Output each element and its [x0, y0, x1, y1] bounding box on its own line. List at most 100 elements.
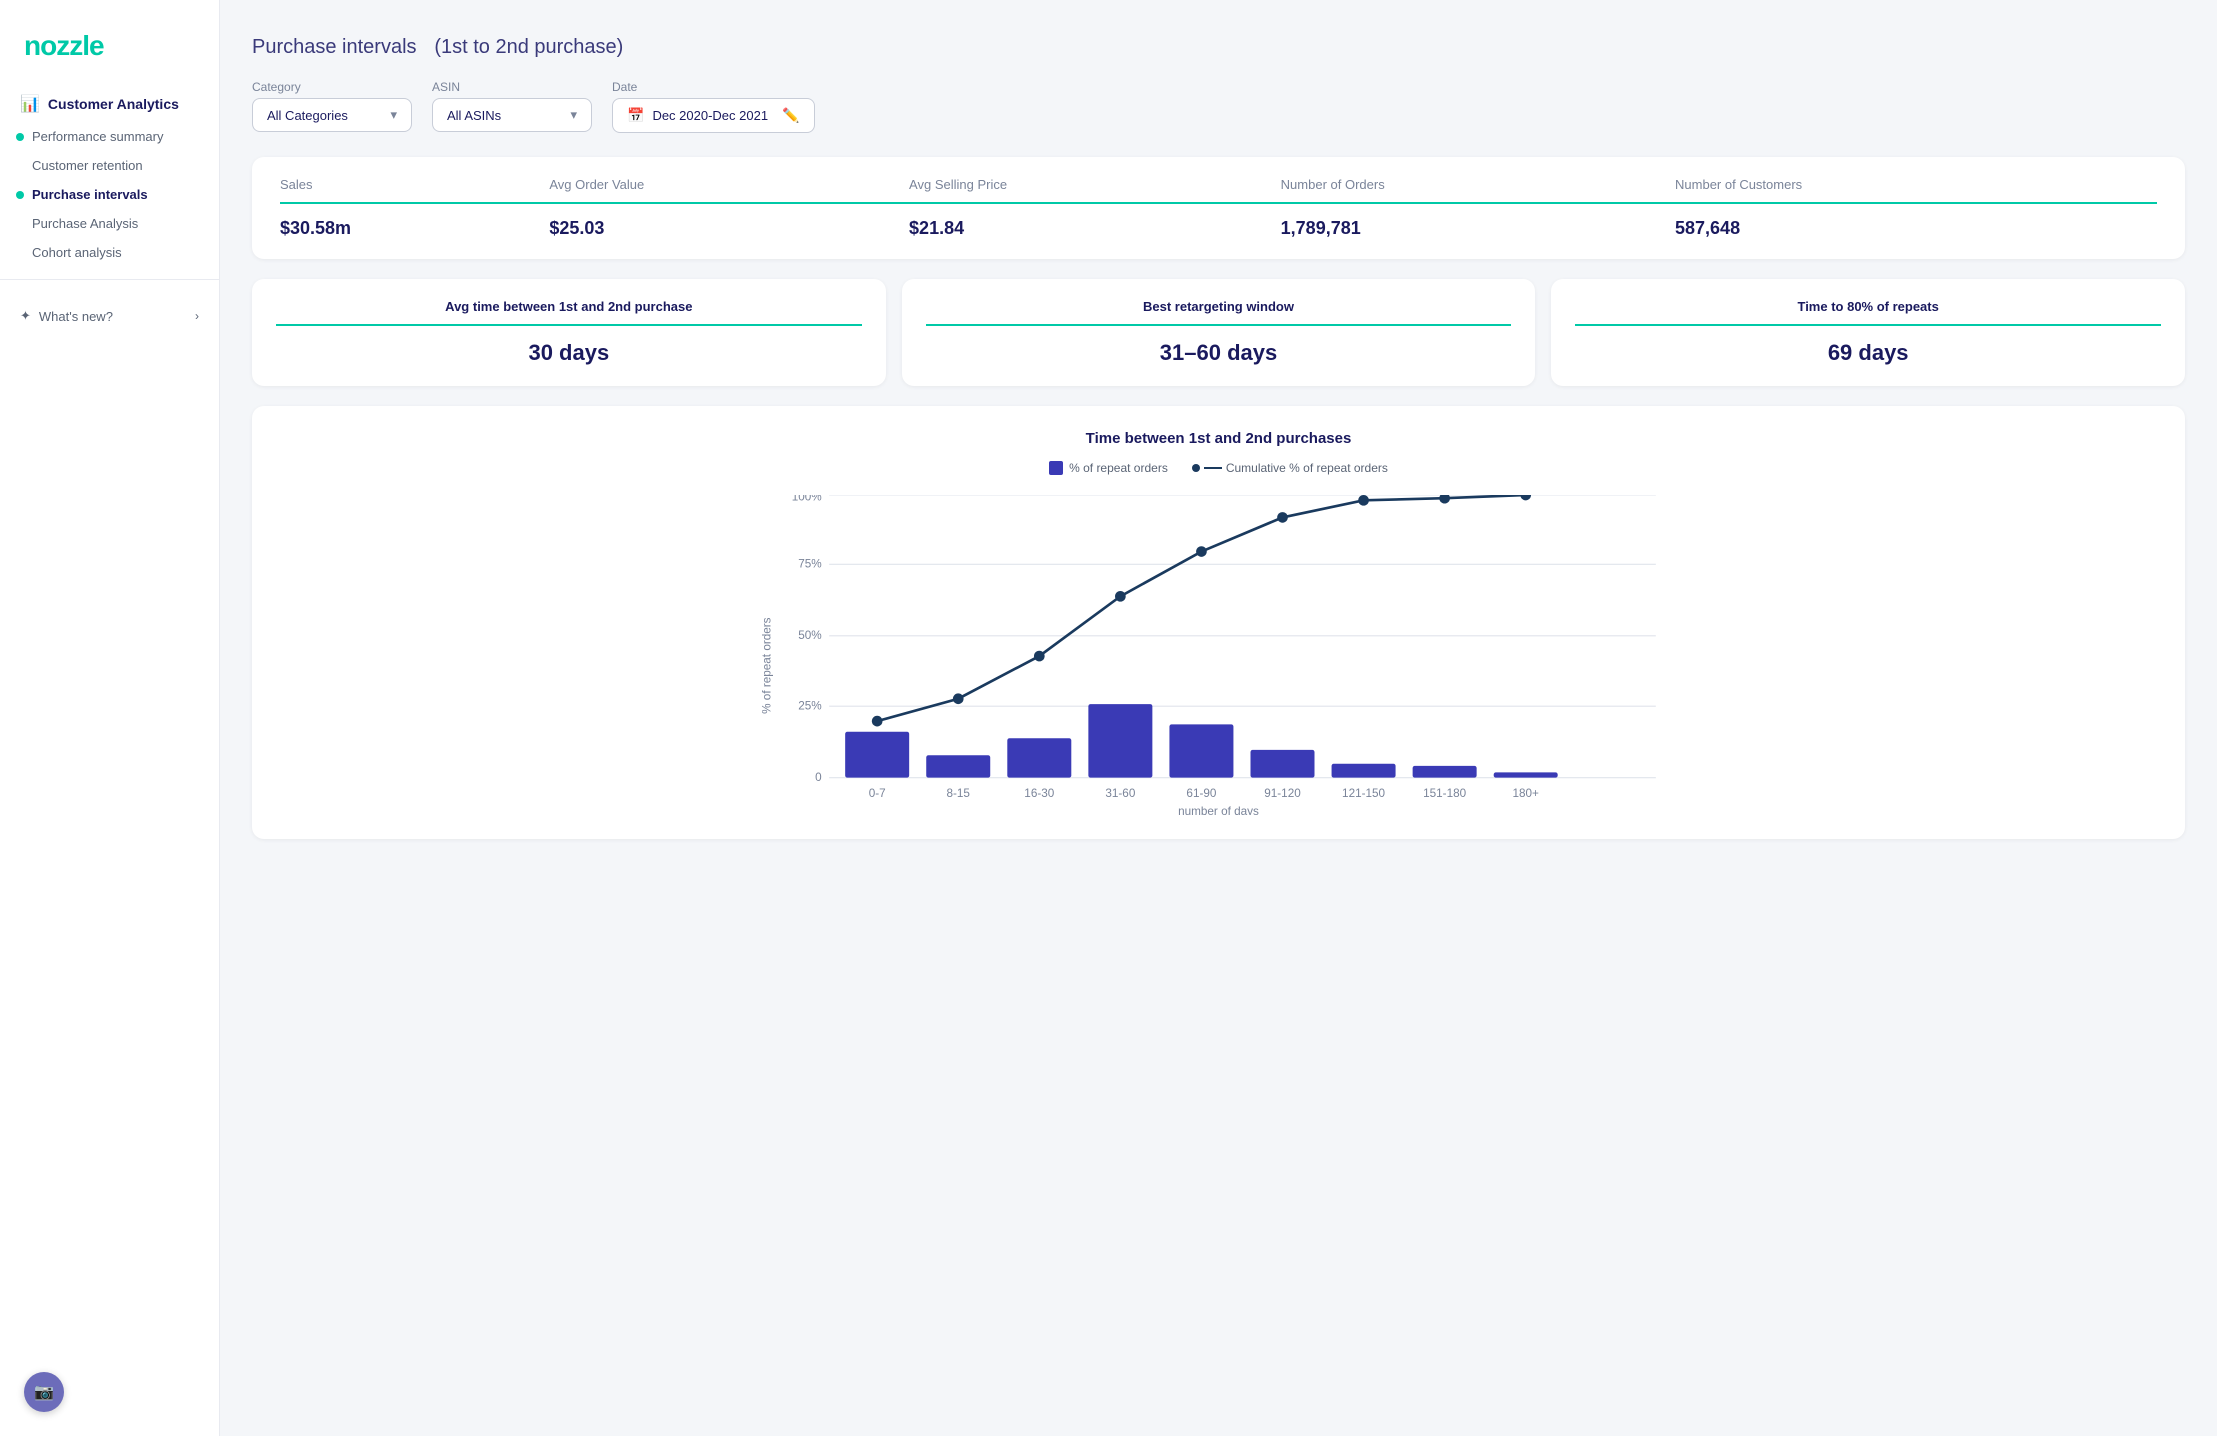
metric-card-0: Avg time between 1st and 2nd purchase 30… — [252, 279, 886, 386]
page-title-subtitle: (1st to 2nd purchase) — [434, 36, 623, 58]
legend-line-label: Cumulative % of repeat orders — [1226, 461, 1388, 475]
x-axis-label: number of days — [1178, 805, 1259, 815]
sidebar-item-label: Performance summary — [32, 129, 163, 144]
section-label: Customer Analytics — [48, 96, 179, 112]
sidebar-item-performance-summary[interactable]: Performance summary — [0, 122, 219, 151]
asin-select-value: All ASINs — [447, 108, 501, 123]
line-dot-6 — [1358, 495, 1369, 506]
asin-select[interactable]: All ASINs ▾ — [432, 98, 592, 132]
legend-line-dash — [1204, 467, 1222, 469]
bar-16-30 — [1007, 738, 1071, 777]
bar-121-150 — [1332, 764, 1396, 778]
category-select[interactable]: All Categories ▾ — [252, 98, 412, 132]
page-title: Purchase intervals (1st to 2nd purchase) — [252, 28, 2185, 60]
filters-bar: Category All Categories ▾ ASIN All ASINs… — [252, 80, 2185, 133]
video-icon: 📷 — [34, 1382, 54, 1402]
line-dot-4 — [1196, 546, 1207, 557]
line-dot-2 — [1034, 651, 1045, 662]
sidebar-item-purchase-intervals[interactable]: Purchase intervals — [0, 180, 219, 209]
main-content: Purchase intervals (1st to 2nd purchase)… — [220, 0, 2217, 1436]
chevron-down-icon: ▾ — [390, 107, 397, 123]
bar-31-60 — [1088, 704, 1152, 778]
sidebar-item-customer-retention[interactable]: Customer retention — [0, 151, 219, 180]
chart-svg: % of repeat orders 0 25% 50% 75% 100% — [280, 495, 2157, 815]
date-filter-label: Date — [612, 80, 815, 94]
stats-card: Sales Avg Order Value Avg Selling Price … — [252, 157, 2185, 259]
bar-180plus — [1494, 772, 1558, 777]
y-tick-0: 0 — [815, 771, 822, 784]
stats-val-sales: $30.58m — [280, 203, 549, 239]
bar-8-15 — [926, 755, 990, 777]
y-tick-25: 25% — [798, 699, 821, 712]
date-select-value: Dec 2020-Dec 2021 — [652, 108, 768, 123]
nav-section-customer-analytics[interactable]: 📊 Customer Analytics — [0, 86, 219, 122]
line-dot-0 — [872, 716, 883, 727]
sidebar-item-label: Purchase intervals — [32, 187, 148, 202]
stats-col-sales: Sales — [280, 177, 549, 203]
analytics-icon: 📊 — [20, 94, 40, 114]
line-dot-8 — [1520, 495, 1531, 500]
active-dot — [16, 191, 24, 199]
date-filter: Date 📅 Dec 2020-Dec 2021 ✏️ — [612, 80, 815, 133]
edit-icon: ✏️ — [782, 107, 799, 124]
x-label-3: 31-60 — [1105, 787, 1135, 800]
page-title-text: Purchase intervals — [252, 36, 417, 58]
stats-val-num-customers: 587,648 — [1675, 203, 2157, 239]
legend-line: Cumulative % of repeat orders — [1192, 461, 1388, 475]
y-tick-75: 75% — [798, 558, 821, 571]
asin-filter-label: ASIN — [432, 80, 592, 94]
x-label-6: 121-150 — [1342, 787, 1385, 800]
x-label-2: 16-30 — [1024, 787, 1054, 800]
line-dot-3 — [1115, 591, 1126, 602]
date-select[interactable]: 📅 Dec 2020-Dec 2021 ✏️ — [612, 98, 815, 133]
x-label-1: 8-15 — [946, 787, 970, 800]
bar-91-120 — [1251, 750, 1315, 778]
sidebar-item-cohort-analysis[interactable]: Cohort analysis — [0, 238, 219, 267]
bar-61-90 — [1169, 724, 1233, 777]
logo: nozzle — [0, 20, 219, 86]
legend-bar-label: % of repeat orders — [1069, 461, 1168, 475]
x-label-7: 151-180 — [1423, 787, 1466, 800]
whats-new-label: What's new? — [39, 309, 113, 324]
stats-col-avg-price: Avg Selling Price — [909, 177, 1281, 203]
metric-card-2: Time to 80% of repeats 69 days — [1551, 279, 2185, 386]
legend-line-icon — [1192, 464, 1200, 472]
chart-container: % of repeat orders 0 25% 50% 75% 100% — [280, 495, 2157, 815]
stats-val-num-orders: 1,789,781 — [1281, 203, 1675, 239]
stats-val-avg-order: $25.03 — [549, 203, 909, 239]
x-label-4: 61-90 — [1186, 787, 1216, 800]
metric-value-1: 31–60 days — [1160, 340, 1277, 366]
sidebar-divider — [0, 279, 219, 280]
category-select-value: All Categories — [267, 108, 348, 123]
category-filter: Category All Categories ▾ — [252, 80, 412, 133]
sidebar-item-label: Purchase Analysis — [32, 216, 138, 231]
stats-table: Sales Avg Order Value Avg Selling Price … — [280, 177, 2157, 239]
sidebar-item-label: Cohort analysis — [32, 245, 122, 260]
metric-value-0: 30 days — [528, 340, 609, 366]
metric-title-2: Time to 80% of repeats — [1575, 299, 2161, 326]
metric-card-1: Best retargeting window 31–60 days — [902, 279, 1536, 386]
line-dot-1 — [953, 693, 964, 704]
category-filter-label: Category — [252, 80, 412, 94]
whats-new-item[interactable]: ✦ What's new? › — [0, 300, 219, 332]
x-label-8: 180+ — [1512, 787, 1539, 800]
sidebar-item-purchase-analysis[interactable]: Purchase Analysis — [0, 209, 219, 238]
chevron-right-icon: › — [195, 309, 199, 323]
metric-title-1: Best retargeting window — [926, 299, 1512, 326]
sidebar-item-label: Customer retention — [32, 158, 143, 173]
chart-legend: % of repeat orders Cumulative % of repea… — [280, 461, 2157, 475]
stats-col-num-customers: Number of Customers — [1675, 177, 2157, 203]
y-tick-50: 50% — [798, 629, 821, 642]
video-button[interactable]: 📷 — [24, 1372, 64, 1412]
y-tick-100: 100% — [792, 495, 822, 503]
chart-card: Time between 1st and 2nd purchases % of … — [252, 406, 2185, 839]
chevron-down-icon: ▾ — [570, 107, 577, 123]
metric-title-0: Avg time between 1st and 2nd purchase — [276, 299, 862, 326]
metric-value-2: 69 days — [1828, 340, 1909, 366]
metric-cards-row: Avg time between 1st and 2nd purchase 30… — [252, 279, 2185, 386]
bar-151-180 — [1413, 766, 1477, 778]
x-label-5: 91-120 — [1264, 787, 1301, 800]
line-dot-7 — [1439, 495, 1450, 504]
y-axis-label: % of repeat orders — [761, 617, 774, 714]
star-icon: ✦ — [20, 308, 31, 324]
